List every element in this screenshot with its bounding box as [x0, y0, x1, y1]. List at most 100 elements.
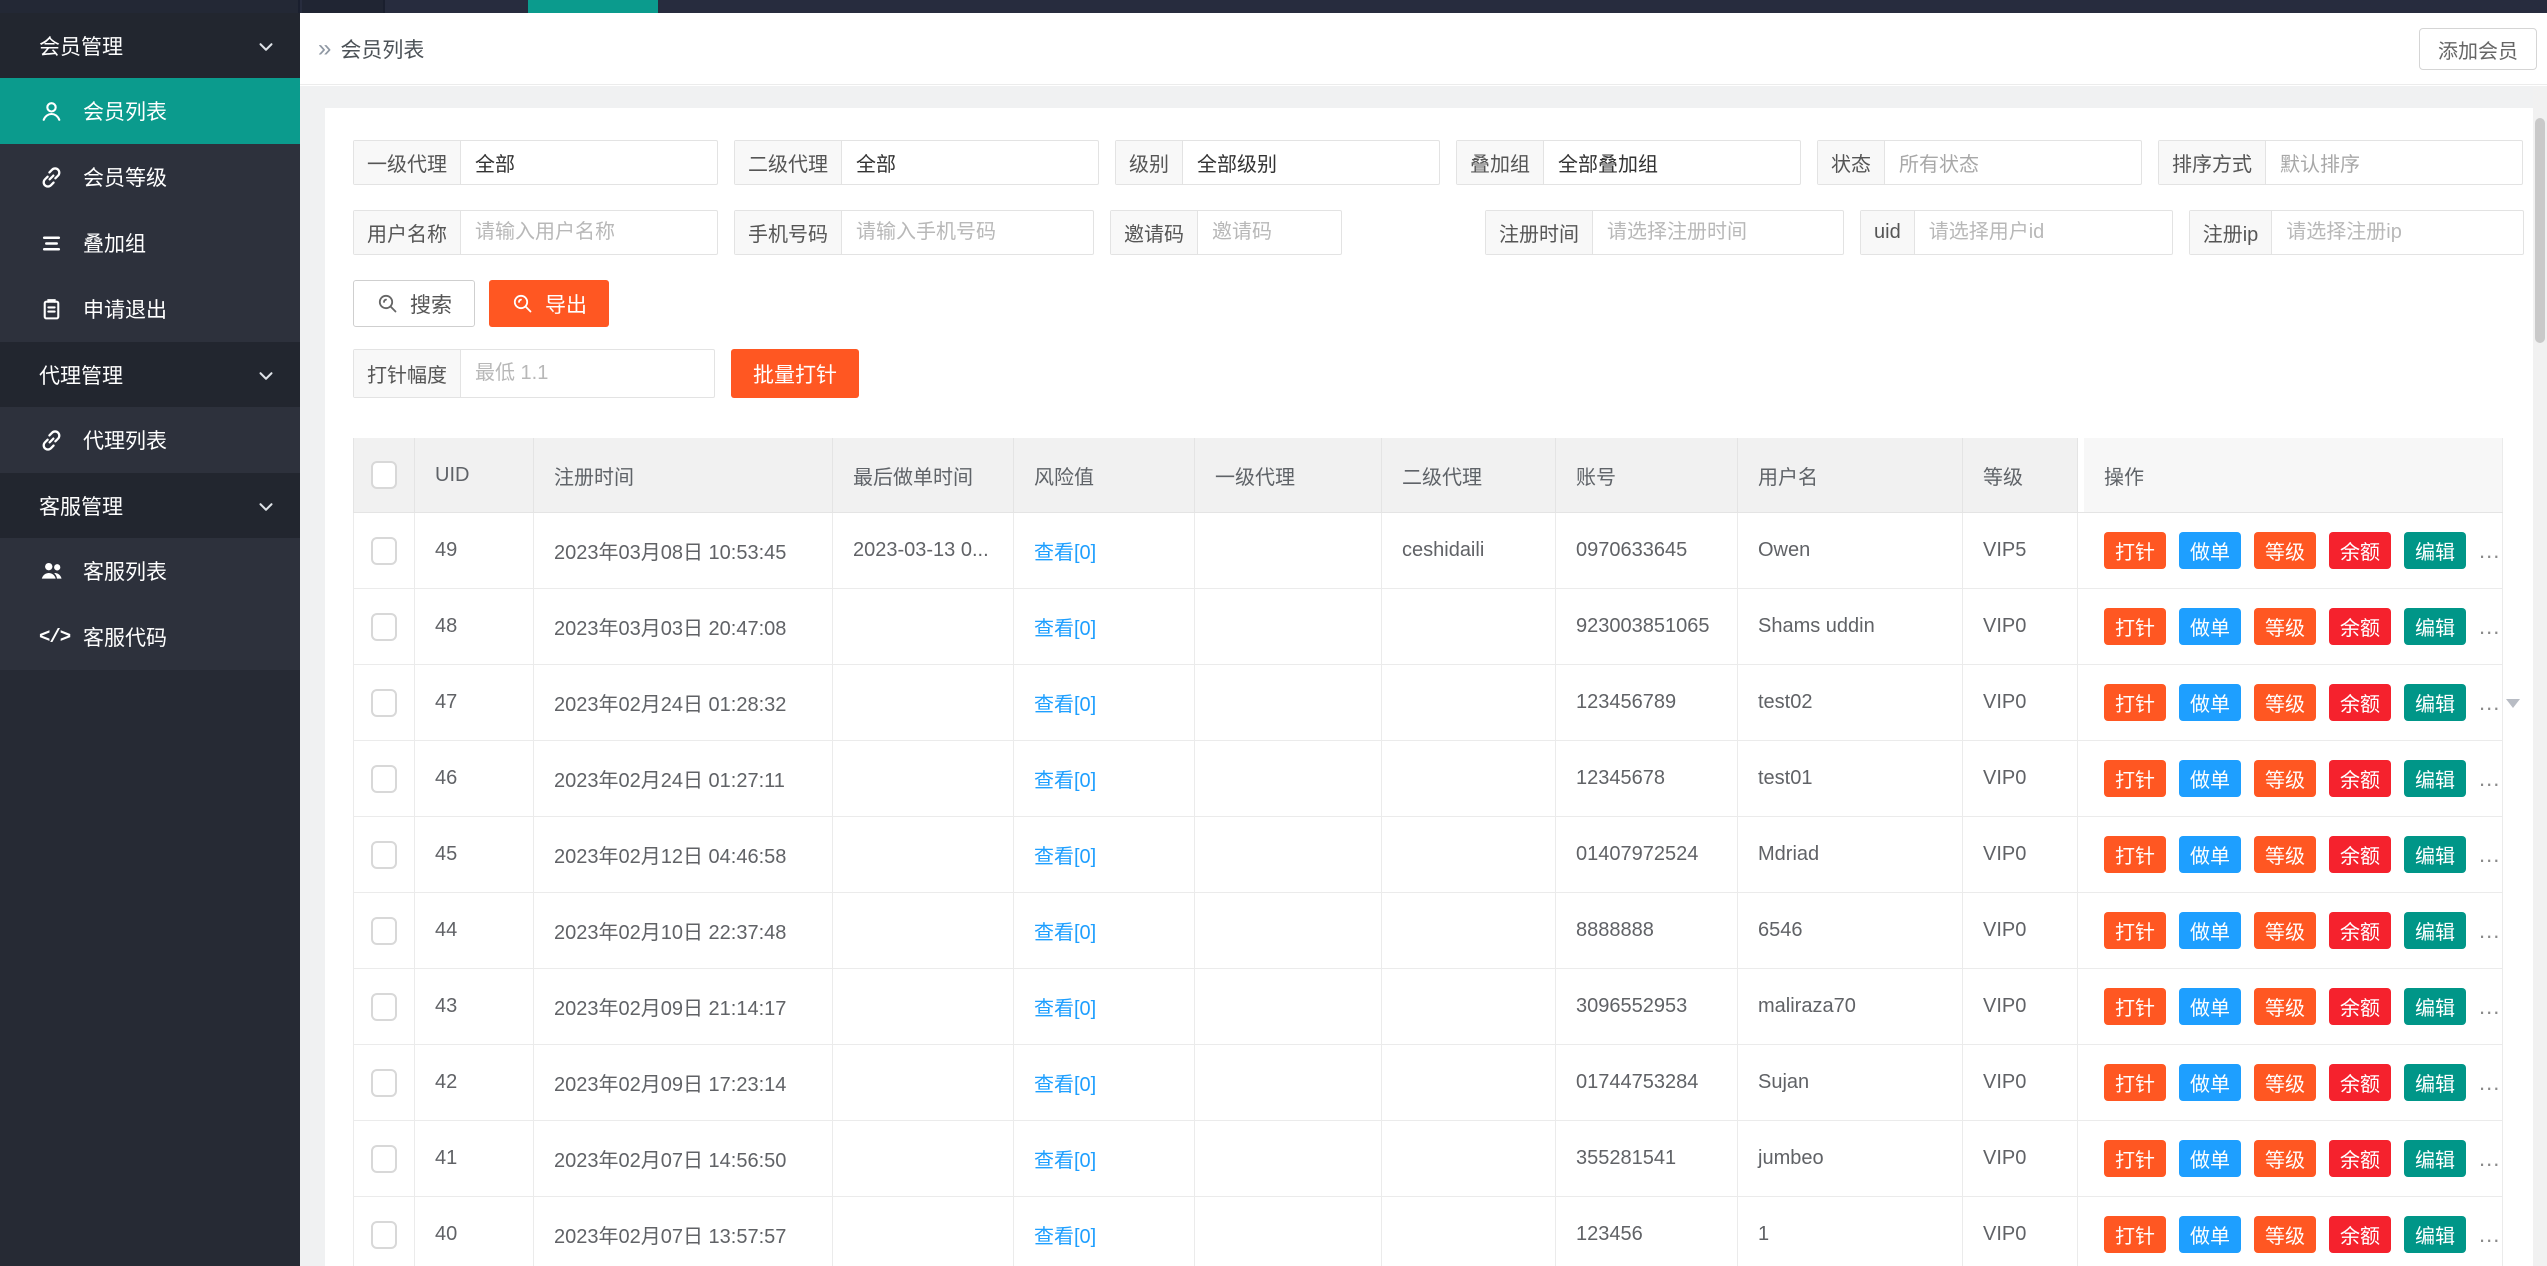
phone-input[interactable]	[842, 211, 1093, 254]
action-balance-button[interactable]: 余额	[2329, 1140, 2391, 1177]
action-order-button[interactable]: 做单	[2179, 988, 2241, 1025]
more-actions-button[interactable]: ...	[2479, 766, 2500, 792]
action-level-button[interactable]: 等级	[2254, 912, 2316, 949]
action-balance-button[interactable]: 余额	[2329, 608, 2391, 645]
sidebar-group-member-management[interactable]: 会员管理	[0, 13, 300, 78]
action-inject-button[interactable]: 打针	[2104, 836, 2166, 873]
risk-view-link[interactable]: 查看[0]	[1034, 764, 1096, 793]
action-level-button[interactable]: 等级	[2254, 1216, 2316, 1253]
action-edit-button[interactable]: 编辑	[2404, 912, 2466, 949]
topbar-tab[interactable]	[302, 0, 385, 13]
action-edit-button[interactable]: 编辑	[2404, 684, 2466, 721]
more-actions-button[interactable]: ...	[2479, 614, 2500, 640]
row-checkbox[interactable]	[371, 537, 397, 565]
action-order-button[interactable]: 做单	[2179, 760, 2241, 797]
username-input[interactable]	[461, 211, 717, 254]
action-order-button[interactable]: 做单	[2179, 836, 2241, 873]
action-edit-button[interactable]: 编辑	[2404, 1064, 2466, 1101]
action-inject-button[interactable]: 打针	[2104, 532, 2166, 569]
more-actions-button[interactable]: ...	[2479, 994, 2500, 1020]
action-inject-button[interactable]: 打针	[2104, 1216, 2166, 1253]
action-balance-button[interactable]: 余额	[2329, 1064, 2391, 1101]
action-inject-button[interactable]: 打针	[2104, 988, 2166, 1025]
risk-view-link[interactable]: 查看[0]	[1034, 840, 1096, 869]
invite-code-input[interactable]	[1198, 211, 1341, 254]
action-balance-button[interactable]: 余额	[2329, 1216, 2391, 1253]
inject-amplitude-input[interactable]	[461, 350, 714, 397]
more-actions-button[interactable]: ...	[2479, 690, 2500, 716]
filter-status-select[interactable]: 状态 所有状态	[1817, 140, 2142, 185]
row-checkbox[interactable]	[371, 689, 397, 717]
action-order-button[interactable]: 做单	[2179, 1140, 2241, 1177]
action-inject-button[interactable]: 打针	[2104, 760, 2166, 797]
row-checkbox[interactable]	[371, 1145, 397, 1173]
sidebar-group-agent-management[interactable]: 代理管理	[0, 342, 300, 407]
action-level-button[interactable]: 等级	[2254, 1140, 2316, 1177]
batch-inject-button[interactable]: 批量打针	[731, 349, 859, 398]
action-edit-button[interactable]: 编辑	[2404, 988, 2466, 1025]
vertical-scrollbar[interactable]	[2533, 86, 2547, 1266]
action-level-button[interactable]: 等级	[2254, 608, 2316, 645]
action-level-button[interactable]: 等级	[2254, 988, 2316, 1025]
uid-input[interactable]	[1915, 211, 2172, 254]
row-checkbox[interactable]	[371, 993, 397, 1021]
filter-agent2-select[interactable]: 二级代理 全部	[734, 140, 1099, 185]
filter-overlay-group-select[interactable]: 叠加组 全部叠加组	[1456, 140, 1801, 185]
risk-view-link[interactable]: 查看[0]	[1034, 1068, 1096, 1097]
sidebar-item-service-list[interactable]: 客服列表	[0, 538, 300, 604]
action-order-button[interactable]: 做单	[2179, 532, 2241, 569]
action-level-button[interactable]: 等级	[2254, 532, 2316, 569]
sidebar-item-member-level[interactable]: 会员等级	[0, 144, 300, 210]
add-member-button[interactable]: 添加会员	[2419, 28, 2537, 70]
action-edit-button[interactable]: 编辑	[2404, 836, 2466, 873]
filter-agent1-select[interactable]: 一级代理 全部	[353, 140, 718, 185]
risk-view-link[interactable]: 查看[0]	[1034, 688, 1096, 717]
export-button[interactable]: 导出	[489, 280, 609, 327]
action-order-button[interactable]: 做单	[2179, 608, 2241, 645]
action-order-button[interactable]: 做单	[2179, 1216, 2241, 1253]
action-balance-button[interactable]: 余额	[2329, 912, 2391, 949]
more-actions-button[interactable]: ...	[2479, 842, 2500, 868]
more-actions-button[interactable]: ...	[2479, 538, 2500, 564]
more-actions-button[interactable]: ...	[2479, 1146, 2500, 1172]
risk-view-link[interactable]: 查看[0]	[1034, 916, 1096, 945]
action-inject-button[interactable]: 打针	[2104, 608, 2166, 645]
risk-view-link[interactable]: 查看[0]	[1034, 992, 1096, 1021]
sidebar-item-apply-exit[interactable]: 申请退出	[0, 276, 300, 342]
action-balance-button[interactable]: 余额	[2329, 532, 2391, 569]
action-edit-button[interactable]: 编辑	[2404, 532, 2466, 569]
row-checkbox[interactable]	[371, 841, 397, 869]
search-button[interactable]: 搜索	[353, 280, 475, 327]
action-balance-button[interactable]: 余额	[2329, 760, 2391, 797]
action-edit-button[interactable]: 编辑	[2404, 608, 2466, 645]
select-all-checkbox[interactable]	[371, 461, 397, 489]
scrollbar-thumb[interactable]	[2535, 118, 2545, 343]
action-level-button[interactable]: 等级	[2254, 836, 2316, 873]
sidebar-item-overlay-group[interactable]: 叠加组	[0, 210, 300, 276]
action-inject-button[interactable]: 打针	[2104, 912, 2166, 949]
action-edit-button[interactable]: 编辑	[2404, 1216, 2466, 1253]
sidebar-item-agent-list[interactable]: 代理列表	[0, 407, 300, 473]
action-balance-button[interactable]: 余额	[2329, 988, 2391, 1025]
sidebar-group-service-management[interactable]: 客服管理	[0, 473, 300, 538]
reg-time-input[interactable]	[1593, 211, 1843, 254]
action-order-button[interactable]: 做单	[2179, 684, 2241, 721]
action-level-button[interactable]: 等级	[2254, 684, 2316, 721]
risk-view-link[interactable]: 查看[0]	[1034, 536, 1096, 565]
action-order-button[interactable]: 做单	[2179, 912, 2241, 949]
row-checkbox[interactable]	[371, 1221, 397, 1249]
topbar-active-tab[interactable]	[528, 0, 658, 13]
filter-sort-select[interactable]: 排序方式 默认排序	[2158, 140, 2523, 185]
action-inject-button[interactable]: 打针	[2104, 1064, 2166, 1101]
action-edit-button[interactable]: 编辑	[2404, 1140, 2466, 1177]
action-order-button[interactable]: 做单	[2179, 1064, 2241, 1101]
risk-view-link[interactable]: 查看[0]	[1034, 1144, 1096, 1173]
row-checkbox[interactable]	[371, 917, 397, 945]
reg-ip-input[interactable]	[2272, 211, 2523, 254]
sidebar-item-member-list[interactable]: 会员列表	[0, 78, 300, 144]
action-level-button[interactable]: 等级	[2254, 760, 2316, 797]
more-actions-button[interactable]: ...	[2479, 1070, 2500, 1096]
action-inject-button[interactable]: 打针	[2104, 684, 2166, 721]
risk-view-link[interactable]: 查看[0]	[1034, 612, 1096, 641]
row-checkbox[interactable]	[371, 765, 397, 793]
